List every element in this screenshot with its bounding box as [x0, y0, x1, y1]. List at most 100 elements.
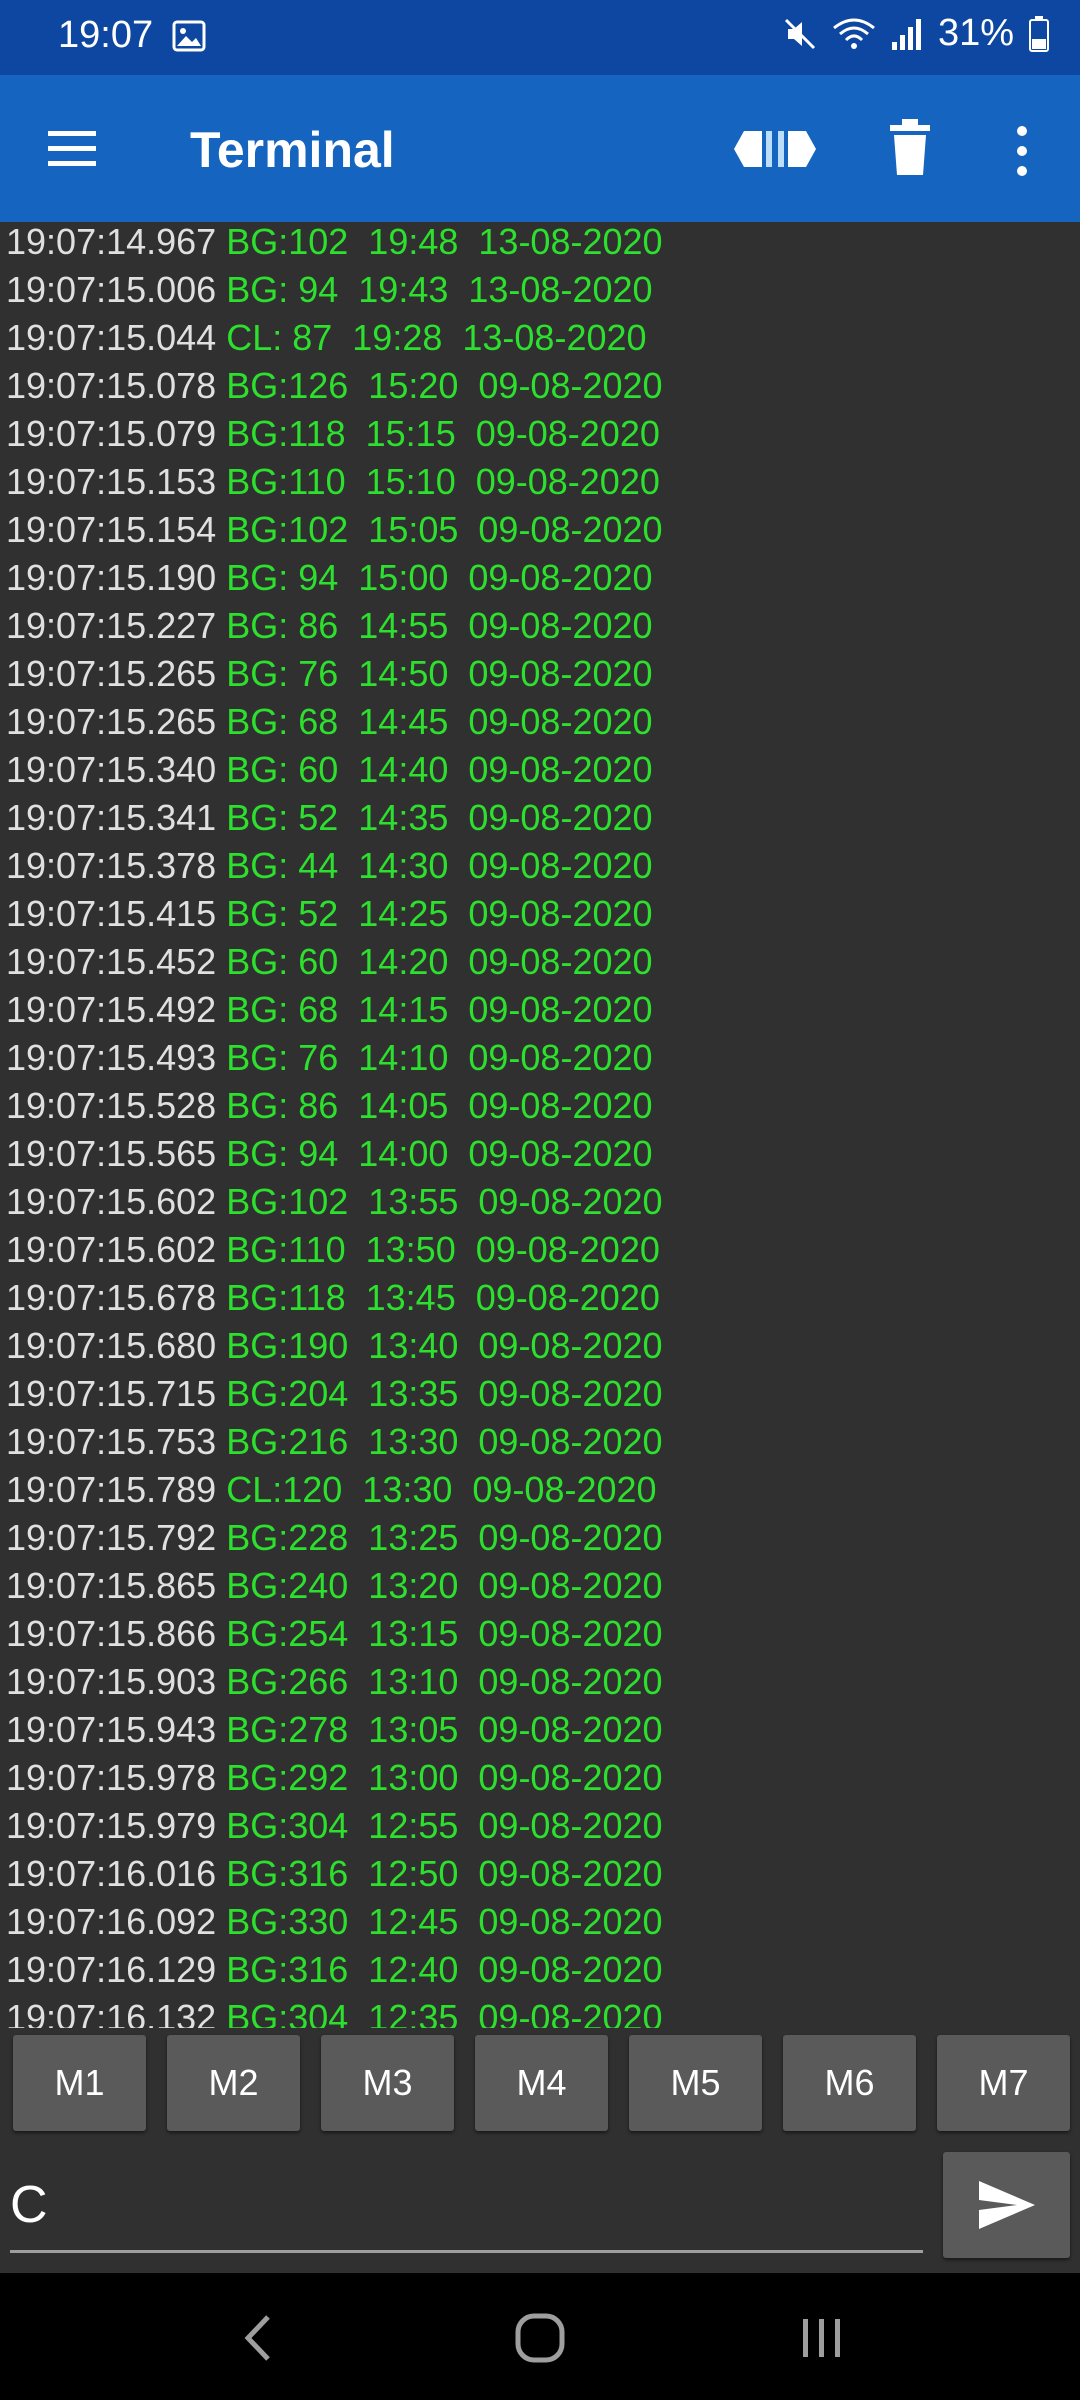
line-timestamp: 19:07:15.753: [6, 1421, 217, 1462]
line-message: BG:118 15:15 09-08-2020: [226, 413, 660, 454]
battery-percent: 31%: [937, 12, 1014, 54]
line-timestamp: 19:07:15.006: [6, 269, 217, 310]
macro-button-m4[interactable]: M4: [475, 2035, 608, 2131]
line-timestamp: 19:07:15.190: [6, 557, 217, 598]
line-timestamp: 19:07:15.528: [6, 1085, 217, 1126]
terminal-line: 19:07:15.492 BG: 68 14:15 09-08-2020: [6, 986, 653, 1034]
line-timestamp: 19:07:15.715: [6, 1373, 217, 1414]
line-message: BG:126 15:20 09-08-2020: [226, 365, 663, 406]
terminal-line: 19:07:15.265 BG: 68 14:45 09-08-2020: [6, 698, 653, 746]
terminal-line: 19:07:15.190 BG: 94 15:00 09-08-2020: [6, 554, 653, 602]
battery-icon: [1029, 15, 1049, 52]
line-message: BG:316 12:50 09-08-2020: [226, 1853, 663, 1894]
line-timestamp: 19:07:15.492: [6, 989, 217, 1030]
line-message: BG: 76 14:10 09-08-2020: [226, 1037, 653, 1078]
home-button[interactable]: [500, 2303, 580, 2373]
line-timestamp: 19:07:15.452: [6, 941, 217, 982]
macro-button-m1[interactable]: M1: [13, 2035, 146, 2131]
macro-button-m2[interactable]: M2: [167, 2035, 300, 2131]
terminal-line: 19:07:15.903 BG:266 13:10 09-08-2020: [6, 1658, 663, 1706]
line-timestamp: 19:07:15.565: [6, 1133, 217, 1174]
terminal-line: 19:07:15.006 BG: 94 19:43 13-08-2020: [6, 266, 653, 314]
status-time: 19:07: [58, 14, 154, 56]
recents-button[interactable]: [782, 2303, 862, 2373]
mute-icon: [784, 18, 815, 49]
terminal-line: 19:07:15.978 BG:292 13:00 09-08-2020: [6, 1754, 663, 1802]
line-timestamp: 19:07:15.265: [6, 653, 217, 694]
delete-icon[interactable]: [888, 115, 932, 179]
line-message: BG: 94 19:43 13-08-2020: [226, 269, 653, 310]
line-message: BG:254 13:15 09-08-2020: [226, 1613, 663, 1654]
terminal-line: 19:07:15.678 BG:118 13:45 09-08-2020: [6, 1274, 660, 1322]
line-message: BG:304 12:55 09-08-2020: [226, 1805, 663, 1846]
line-timestamp: 19:07:15.079: [6, 413, 217, 454]
terminal-line: 19:07:15.979 BG:304 12:55 09-08-2020: [6, 1802, 663, 1850]
line-timestamp: 19:07:16.092: [6, 1901, 217, 1942]
signal-icon: [891, 18, 921, 50]
terminal-line: 19:07:16.092 BG:330 12:45 09-08-2020: [6, 1898, 663, 1946]
line-message: BG:190 13:40 09-08-2020: [226, 1325, 663, 1366]
terminal-line: 19:07:15.493 BG: 76 14:10 09-08-2020: [6, 1034, 653, 1082]
app-bar: Terminal: [0, 75, 1080, 222]
line-timestamp: 19:07:15.154: [6, 509, 217, 550]
line-timestamp: 19:07:15.943: [6, 1709, 217, 1750]
line-timestamp: 19:07:15.678: [6, 1277, 217, 1318]
line-message: BG: 60 14:40 09-08-2020: [226, 749, 653, 790]
terminal-line: 19:07:15.715 BG:204 13:35 09-08-2020: [6, 1370, 663, 1418]
terminal-line: 19:07:15.789 CL:120 13:30 09-08-2020: [6, 1466, 657, 1514]
line-timestamp: 19:07:15.153: [6, 461, 217, 502]
gallery-icon: [172, 20, 206, 52]
line-timestamp: 19:07:16.132: [6, 1997, 217, 2028]
line-message: BG:228 13:25 09-08-2020: [226, 1517, 663, 1558]
line-message: BG:102 15:05 09-08-2020: [226, 509, 663, 550]
send-icon: [978, 2181, 1035, 2229]
line-message: BG: 68 14:45 09-08-2020: [226, 701, 653, 742]
command-input[interactable]: C: [10, 2170, 923, 2250]
line-timestamp: 19:07:15.602: [6, 1229, 217, 1270]
line-message: BG:216 13:30 09-08-2020: [226, 1421, 663, 1462]
terminal-line: 19:07:15.452 BG: 60 14:20 09-08-2020: [6, 938, 653, 986]
line-message: BG: 94 14:00 09-08-2020: [226, 1133, 653, 1174]
wifi-icon: [833, 18, 875, 49]
macro-button-m5[interactable]: M5: [629, 2035, 762, 2131]
terminal-line: 19:07:15.078 BG:126 15:20 09-08-2020: [6, 362, 663, 410]
line-timestamp: 19:07:15.265: [6, 701, 217, 742]
line-timestamp: 19:07:15.078: [6, 365, 217, 406]
macro-button-m6[interactable]: M6: [783, 2035, 916, 2131]
terminal-line: 19:07:15.680 BG:190 13:40 09-08-2020: [6, 1322, 663, 1370]
line-timestamp: 19:07:14.967: [6, 222, 217, 262]
terminal-line: 19:07:15.153 BG:110 15:10 09-08-2020: [6, 458, 660, 506]
line-message: BG:110 13:50 09-08-2020: [226, 1229, 660, 1270]
terminal-line: 19:07:15.602 BG:110 13:50 09-08-2020: [6, 1226, 660, 1274]
terminal-line: 19:07:15.792 BG:228 13:25 09-08-2020: [6, 1514, 663, 1562]
line-message: BG:204 13:35 09-08-2020: [226, 1373, 663, 1414]
line-message: BG: 44 14:30 09-08-2020: [226, 845, 653, 886]
line-message: BG:102 13:55 09-08-2020: [226, 1181, 663, 1222]
macro-button-m3[interactable]: M3: [321, 2035, 454, 2131]
navigation-bar: [0, 2273, 1080, 2400]
more-vert-icon[interactable]: [1008, 119, 1036, 183]
line-timestamp: 19:07:15.789: [6, 1469, 217, 1510]
status-bar: 19:07 31%: [0, 0, 1080, 75]
send-button[interactable]: [943, 2152, 1070, 2258]
terminal-line: 19:07:15.079 BG:118 15:15 09-08-2020: [6, 410, 660, 458]
line-timestamp: 19:07:15.227: [6, 605, 217, 646]
input-underline: [10, 2250, 923, 2253]
line-timestamp: 19:07:15.792: [6, 1517, 217, 1558]
connect-icon[interactable]: [730, 119, 820, 179]
terminal-line: 19:07:15.154 BG:102 15:05 09-08-2020: [6, 506, 663, 554]
line-timestamp: 19:07:15.044: [6, 317, 217, 358]
line-message: BG:278 13:05 09-08-2020: [226, 1709, 663, 1750]
macro-button-m7[interactable]: M7: [937, 2035, 1070, 2131]
line-message: BG: 86 14:55 09-08-2020: [226, 605, 653, 646]
terminal-line: 19:07:15.753 BG:216 13:30 09-08-2020: [6, 1418, 663, 1466]
home-icon: [515, 2313, 565, 2363]
terminal-output[interactable]: 19:07:14.967 BG:102 19:48 13-08-2020 19:0…: [0, 222, 1080, 2028]
back-button[interactable]: [218, 2303, 298, 2373]
line-timestamp: 19:07:16.016: [6, 1853, 217, 1894]
terminal-line: 19:07:15.227 BG: 86 14:55 09-08-2020: [6, 602, 653, 650]
menu-icon[interactable]: [44, 121, 100, 177]
line-message: BG: 94 15:00 09-08-2020: [226, 557, 653, 598]
terminal-line: 19:07:15.044 CL: 87 19:28 13-08-2020: [6, 314, 647, 362]
terminal-line: 19:07:16.129 BG:316 12:40 09-08-2020: [6, 1946, 663, 1994]
